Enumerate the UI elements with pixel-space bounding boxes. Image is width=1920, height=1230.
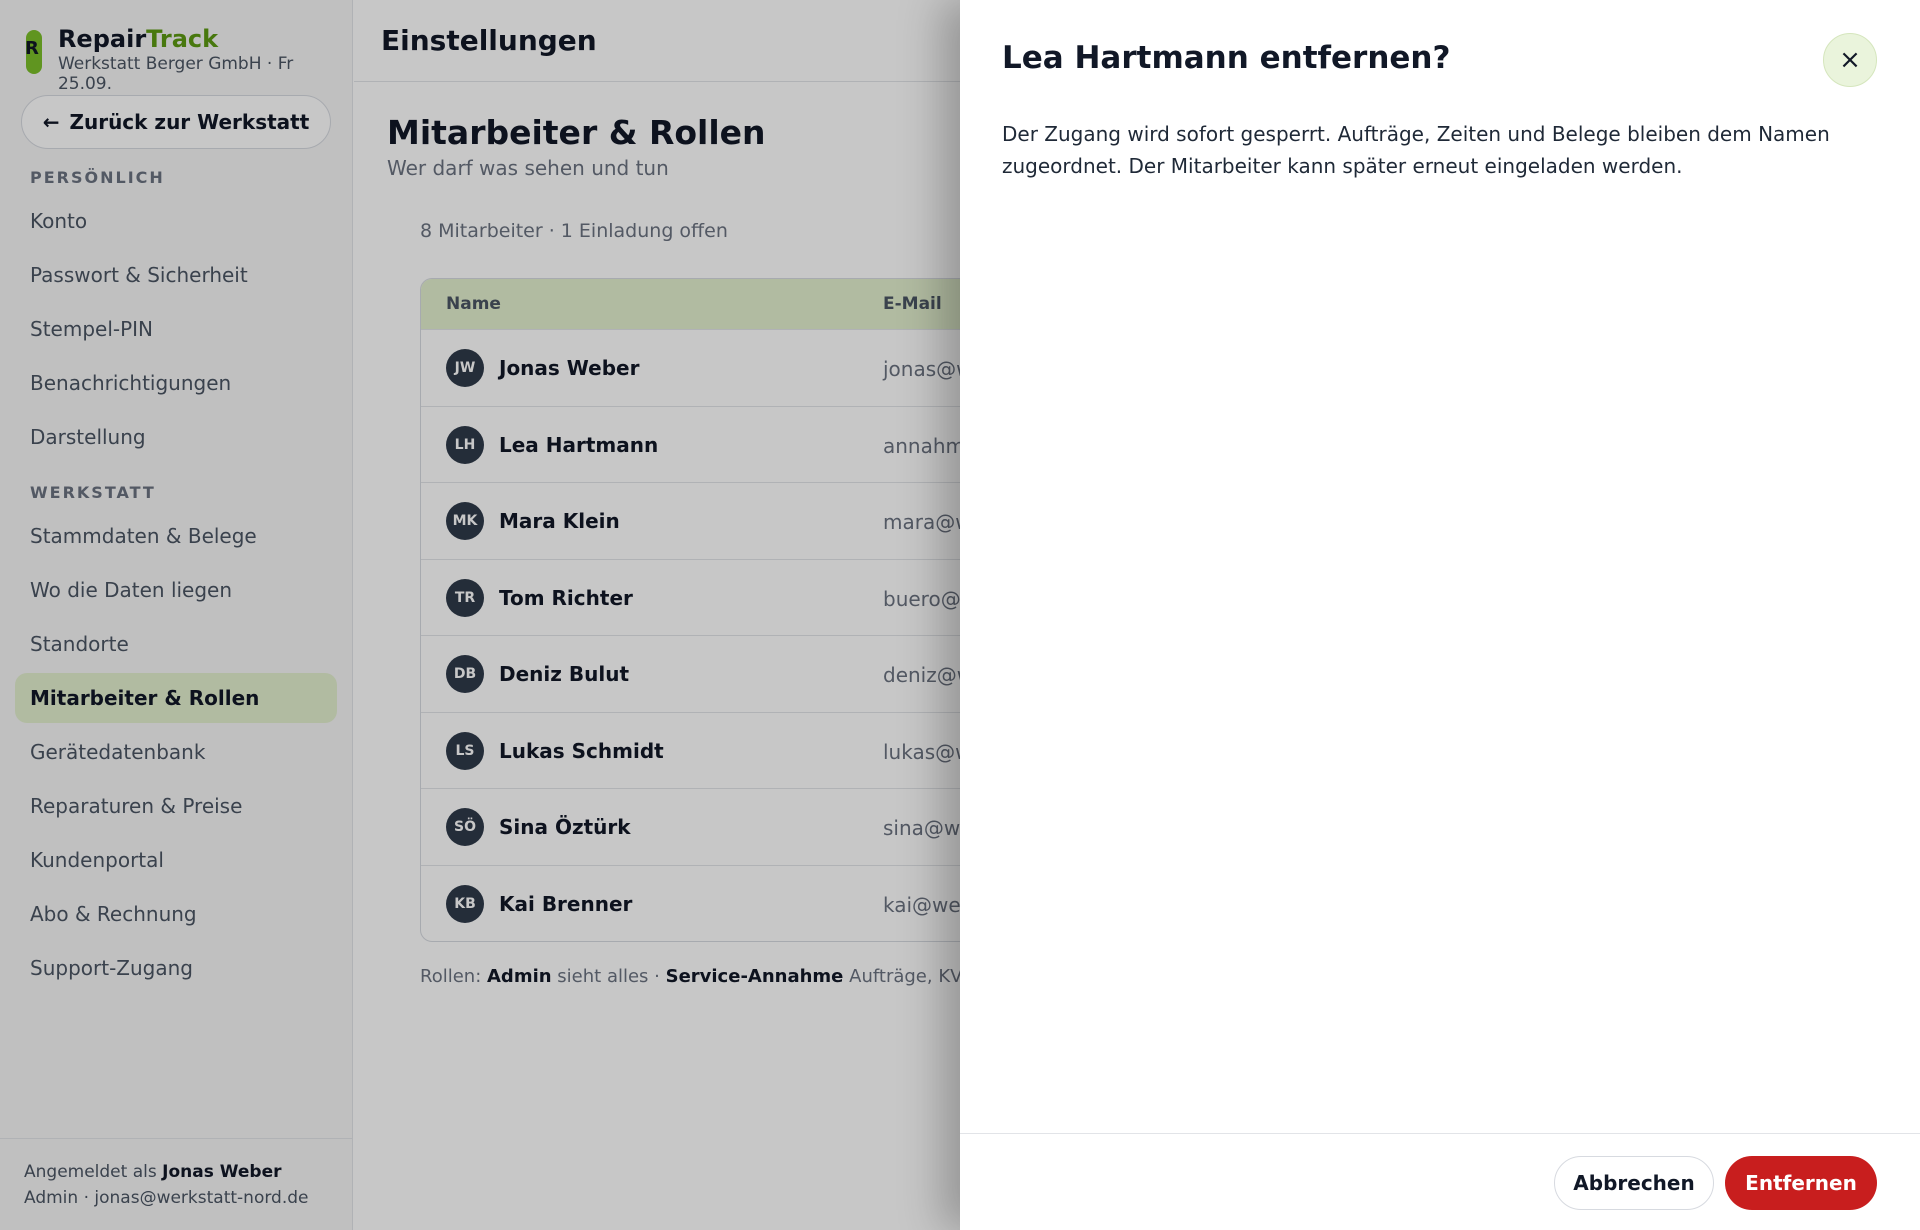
dialog-title: Lea Hartmann entfernen?: [1002, 40, 1451, 76]
remove-staff-dialog: Lea Hartmann entfernen? × Der Zugang wir…: [960, 0, 1920, 1230]
dialog-footer: Abbrechen Entfernen: [960, 1133, 1920, 1230]
cancel-button[interactable]: Abbrechen: [1554, 1156, 1714, 1210]
dialog-message: Der Zugang wird sofort gesperrt. Aufträg…: [1002, 122, 1830, 178]
remove-button[interactable]: Entfernen: [1725, 1156, 1877, 1210]
close-icon[interactable]: ×: [1823, 33, 1877, 87]
